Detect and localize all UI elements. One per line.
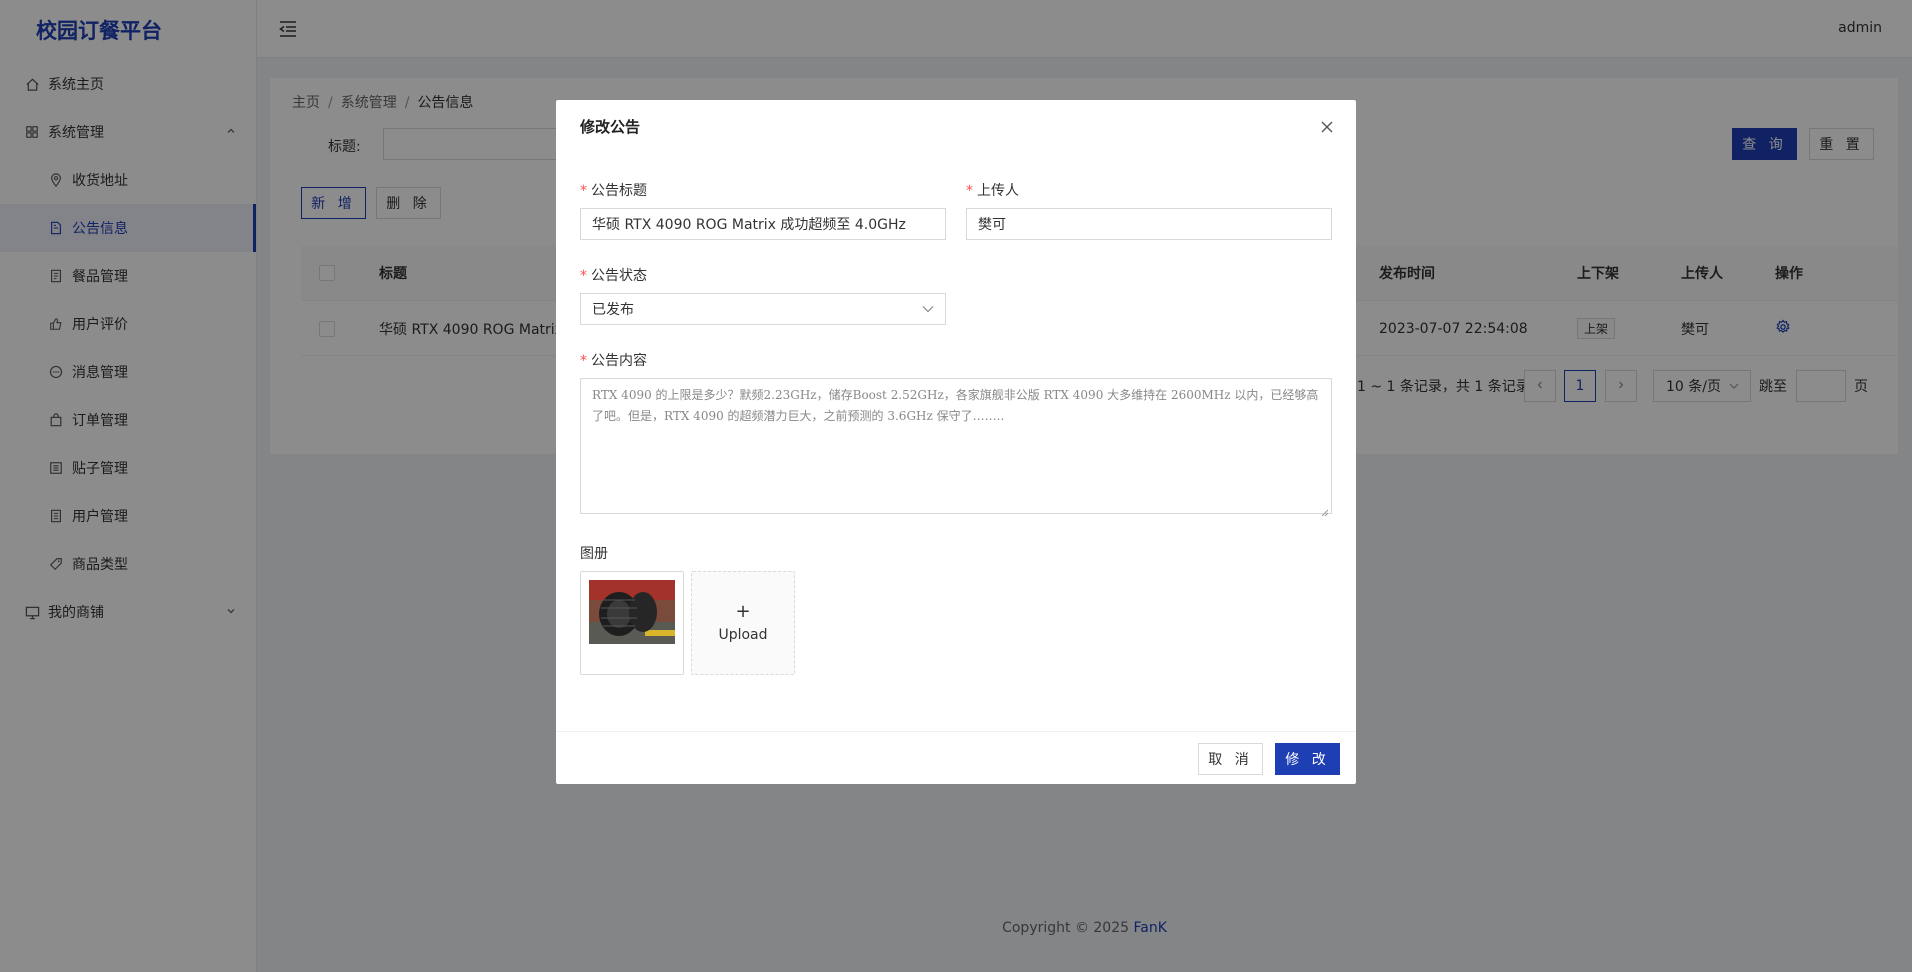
gallery-thumbnail[interactable]: [580, 571, 684, 675]
tire-image: [589, 580, 675, 644]
resize-handle-icon[interactable]: [1321, 503, 1329, 517]
edit-notice-modal: 修改公告 * 公告标题 华硕 RTX 4090 ROG Matrix 成功超频至 …: [556, 100, 1356, 784]
content-label-text: 公告内容: [591, 353, 647, 369]
gallery-label: 图册: [580, 546, 608, 562]
plus-icon: +: [735, 601, 751, 622]
required-mark: *: [580, 353, 587, 369]
modal-title: 修改公告: [580, 118, 641, 136]
close-icon[interactable]: [1316, 116, 1338, 138]
status-value: 已发布: [592, 302, 634, 318]
status-label-text: 公告状态: [591, 268, 647, 284]
upload-label: Upload: [718, 627, 768, 643]
title-field-label: * 公告标题: [580, 180, 647, 200]
chevron-down-icon: [921, 302, 935, 316]
upload-button[interactable]: + Upload: [691, 571, 795, 675]
notice-title-input[interactable]: 华硕 RTX 4090 ROG Matrix 成功超频至 4.0GHz: [580, 208, 946, 240]
content-field-label: * 公告内容: [580, 350, 647, 370]
content-text: RTX 4090 的上限是多少？默频2.23GHz，储存Boost 2.52GH…: [592, 388, 1319, 423]
content-textarea[interactable]: RTX 4090 的上限是多少？默频2.23GHz，储存Boost 2.52GH…: [580, 378, 1332, 517]
uploader-field-label: * 上传人: [966, 180, 1019, 200]
required-mark: *: [966, 183, 973, 199]
title-label-text: 公告标题: [591, 183, 647, 199]
required-mark: *: [580, 183, 587, 199]
uploader-label-text: 上传人: [977, 183, 1019, 199]
modal-footer: 取 消 修 改: [556, 731, 1356, 784]
status-field-label: * 公告状态: [580, 265, 647, 285]
required-mark: *: [580, 268, 587, 284]
status-select[interactable]: 已发布: [580, 293, 946, 325]
submit-button[interactable]: 修 改: [1275, 743, 1340, 775]
cancel-button[interactable]: 取 消: [1198, 743, 1263, 775]
uploader-input[interactable]: 樊可: [966, 208, 1332, 240]
